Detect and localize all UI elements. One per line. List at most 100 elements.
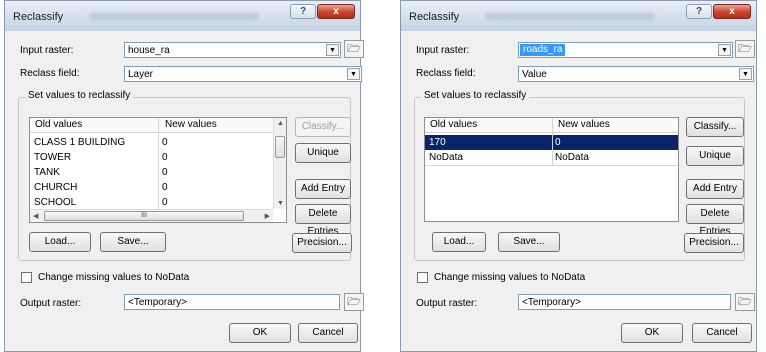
old-value-cell: SCHOOL [34,197,77,208]
reclass-field-value: Value [522,69,547,80]
old-value-cell: CHURCH [34,182,78,193]
load-button[interactable]: Load... [432,232,486,252]
save-button[interactable]: Save... [100,232,166,252]
browse-input-button[interactable]: 🗁 [344,40,364,58]
reclass-field-label: Reclass field: [20,68,80,79]
new-value-cell[interactable]: 0 [162,152,168,163]
horizontal-scrollbar[interactable]: ◀ III ▶ [30,209,273,222]
help-button[interactable]: ? [686,4,712,19]
close-icon: x [729,6,735,17]
chevron-down-icon[interactable]: ▼ [739,68,752,80]
blurred-background-text [485,13,655,20]
ok-button[interactable]: OK [621,323,683,343]
chevron-down-icon[interactable]: ▼ [718,44,731,56]
input-raster-value: roads_ra [520,44,566,56]
missing-nodata-label: Change missing values to NoData [38,272,190,283]
browse-input-button[interactable]: 🗁 [735,40,755,58]
browse-output-button[interactable]: 🗁 [735,293,755,311]
grip-icon: III [141,212,147,219]
cancel-button[interactable]: Cancel [692,323,752,343]
column-header-old[interactable]: Old values [430,119,477,130]
new-value-cell[interactable]: 0 [162,137,168,148]
old-value-cell: TANK [34,167,60,178]
chevron-down-icon[interactable]: ▼ [347,68,360,80]
reclass-field-combobox[interactable]: Value ▼ [518,66,754,82]
delete-entries-button[interactable]: Delete Entries [295,204,351,237]
reclassify-dialog-house: Reclassify ? x Input raster: house_ra ▼ … [4,0,364,352]
group-title: Set values to reclassify [421,90,530,101]
reclass-field-combobox[interactable]: Layer ▼ [124,66,362,82]
group-title: Set values to reclassify [25,90,134,101]
input-raster-combobox[interactable]: house_ra ▼ [124,42,341,58]
new-value-cell[interactable]: 0 [162,182,168,193]
blurred-background-text [89,13,259,20]
scroll-up-icon[interactable]: ▲ [277,120,284,127]
reclass-field-label: Reclass field: [416,68,476,79]
old-value-cell: NoData [429,152,463,163]
old-value-cell: CLASS 1 BUILDING [34,137,126,148]
title-bar[interactable]: Reclassify ? x [401,1,756,31]
precision-button[interactable]: Precision... [292,233,352,253]
folder-icon: 🗁 [347,43,361,55]
missing-nodata-label: Change missing values to NoData [434,272,586,283]
scroll-down-icon[interactable]: ▼ [277,200,284,207]
new-value-cell[interactable]: 0 [162,197,168,208]
output-raster-input[interactable]: <Temporary> [518,294,731,310]
help-button[interactable]: ? [290,4,316,19]
missing-nodata-checkbox[interactable] [21,272,32,283]
close-button[interactable]: x [317,4,355,19]
output-raster-value: <Temporary> [128,297,187,308]
help-icon: ? [695,6,703,17]
input-raster-value: house_ra [128,45,170,56]
input-raster-combobox[interactable]: roads_ra ▼ [518,42,733,58]
old-value-cell: 170 [429,137,446,148]
browse-output-button[interactable]: 🗁 [344,293,364,311]
unique-button[interactable]: Unique [295,143,351,163]
table-row[interactable]: SCHOOL 0 [30,195,286,210]
save-button[interactable]: Save... [498,232,560,252]
output-raster-label: Output raster: [416,298,478,309]
vertical-scrollbar[interactable]: ▲ ▼ [273,118,286,209]
folder-icon: 🗁 [347,296,361,308]
delete-entries-button[interactable]: Delete Entries [686,204,744,237]
column-header-new[interactable]: New values [165,119,217,130]
missing-nodata-checkbox[interactable] [417,272,428,283]
classify-button[interactable]: Classify... [295,117,351,137]
classify-button[interactable]: Classify... [686,117,744,137]
load-button[interactable]: Load... [29,232,91,252]
scroll-thumb[interactable] [275,136,285,158]
new-value-cell[interactable]: NoData [555,152,589,163]
ok-button[interactable]: OK [229,323,291,343]
table-row[interactable]: TANK 0 [30,165,286,180]
output-raster-label: Output raster: [20,298,82,309]
precision-button[interactable]: Precision... [684,233,744,253]
new-value-cell[interactable]: 0 [162,167,168,178]
close-button[interactable]: x [713,4,751,19]
title-bar[interactable]: Reclassify ? x [5,1,360,31]
column-divider [552,118,553,166]
unique-button[interactable]: Unique [686,146,744,166]
close-icon: x [333,6,339,17]
new-value-cell[interactable]: 0 [555,137,561,148]
column-header-new[interactable]: New values [558,119,610,130]
table-row[interactable]: CLASS 1 BUILDING 0 [30,135,286,150]
reclass-field-value: Layer [128,69,154,80]
reclass-table[interactable]: Old values New values CLASS 1 BUILDING 0… [29,117,287,223]
add-entry-button[interactable]: Add Entry [686,179,744,199]
add-entry-button[interactable]: Add Entry [295,179,351,199]
chevron-down-icon[interactable]: ▼ [326,44,339,56]
output-raster-input[interactable]: <Temporary> [124,294,340,310]
output-raster-value: <Temporary> [522,297,581,308]
reclass-table[interactable]: Old values New values 170 0 NoData NoDat… [424,117,679,222]
help-icon: ? [299,6,307,17]
folder-icon: 🗁 [738,296,752,308]
cancel-button[interactable]: Cancel [298,323,358,343]
column-header-old[interactable]: Old values [35,119,82,130]
table-row[interactable]: TOWER 0 [30,150,286,165]
scroll-right-icon[interactable]: ▶ [265,212,270,220]
table-row[interactable]: CHURCH 0 [30,180,286,195]
horizontal-scroll-thumb[interactable]: III [44,211,244,221]
scroll-left-icon[interactable]: ◀ [33,212,38,220]
folder-icon: 🗁 [738,43,752,55]
dialog-title: Reclassify [13,11,64,23]
